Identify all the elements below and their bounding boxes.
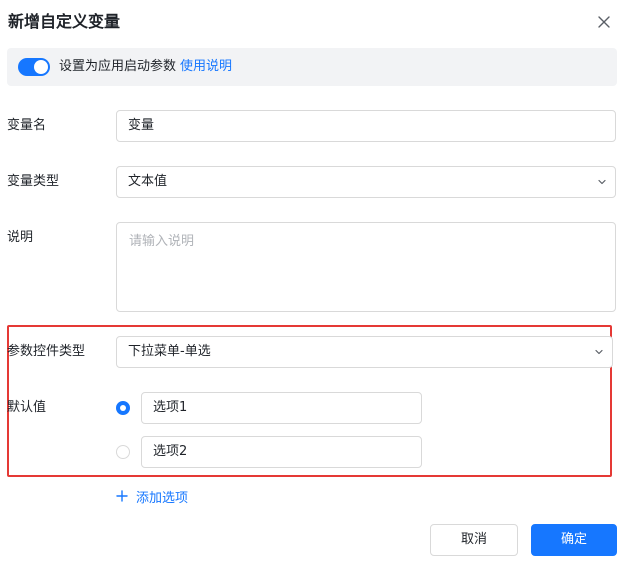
default-value-label: 默认值 — [7, 400, 47, 415]
cancel-button[interactable]: 取消 — [430, 524, 518, 556]
add-option-button[interactable]: 添加选项 — [116, 486, 188, 506]
plus-icon — [116, 490, 128, 502]
variable-name-label: 变量名 — [7, 118, 47, 133]
variable-type-select[interactable]: 文本值 — [116, 166, 616, 198]
close-button[interactable] — [594, 12, 614, 32]
add-option-label: 添加选项 — [136, 490, 189, 506]
usage-instructions-link[interactable]: 使用说明 — [180, 59, 232, 74]
variable-type-label: 变量类型 — [7, 174, 60, 189]
confirm-button[interactable]: 确定 — [531, 524, 617, 556]
variable-type-value: 文本值 — [128, 174, 168, 189]
description-textarea[interactable]: 请输入说明 — [116, 222, 616, 312]
startup-param-toggle[interactable] — [18, 58, 50, 76]
close-icon — [598, 16, 610, 28]
option-2-input[interactable]: 选项2 — [141, 436, 422, 468]
dialog-title: 新增自定义变量 — [8, 12, 121, 31]
control-type-value: 下拉菜单-单选 — [128, 344, 211, 359]
option-2-radio[interactable] — [116, 445, 130, 459]
startup-param-label: 设置为应用启动参数 — [59, 59, 177, 74]
startup-param-banner: 设置为应用启动参数 使用说明 — [7, 48, 617, 86]
variable-name-input[interactable]: 变量 — [116, 110, 616, 142]
chevron-down-icon — [595, 349, 603, 355]
control-type-label: 参数控件类型 — [7, 344, 86, 359]
option-1-radio[interactable] — [116, 401, 130, 415]
option-1-input[interactable]: 选项1 — [141, 392, 422, 424]
new-custom-variable-dialog: 新增自定义变量 设置为应用启动参数 使用说明 变量名 变量 变量类型 文本值 说明… — [0, 0, 639, 580]
description-label: 说明 — [7, 230, 34, 245]
toggle-knob — [34, 60, 48, 74]
chevron-down-icon — [598, 179, 606, 185]
control-type-select[interactable]: 下拉菜单-单选 — [116, 336, 613, 368]
banner-text-row: 设置为应用启动参数 使用说明 — [59, 58, 232, 76]
